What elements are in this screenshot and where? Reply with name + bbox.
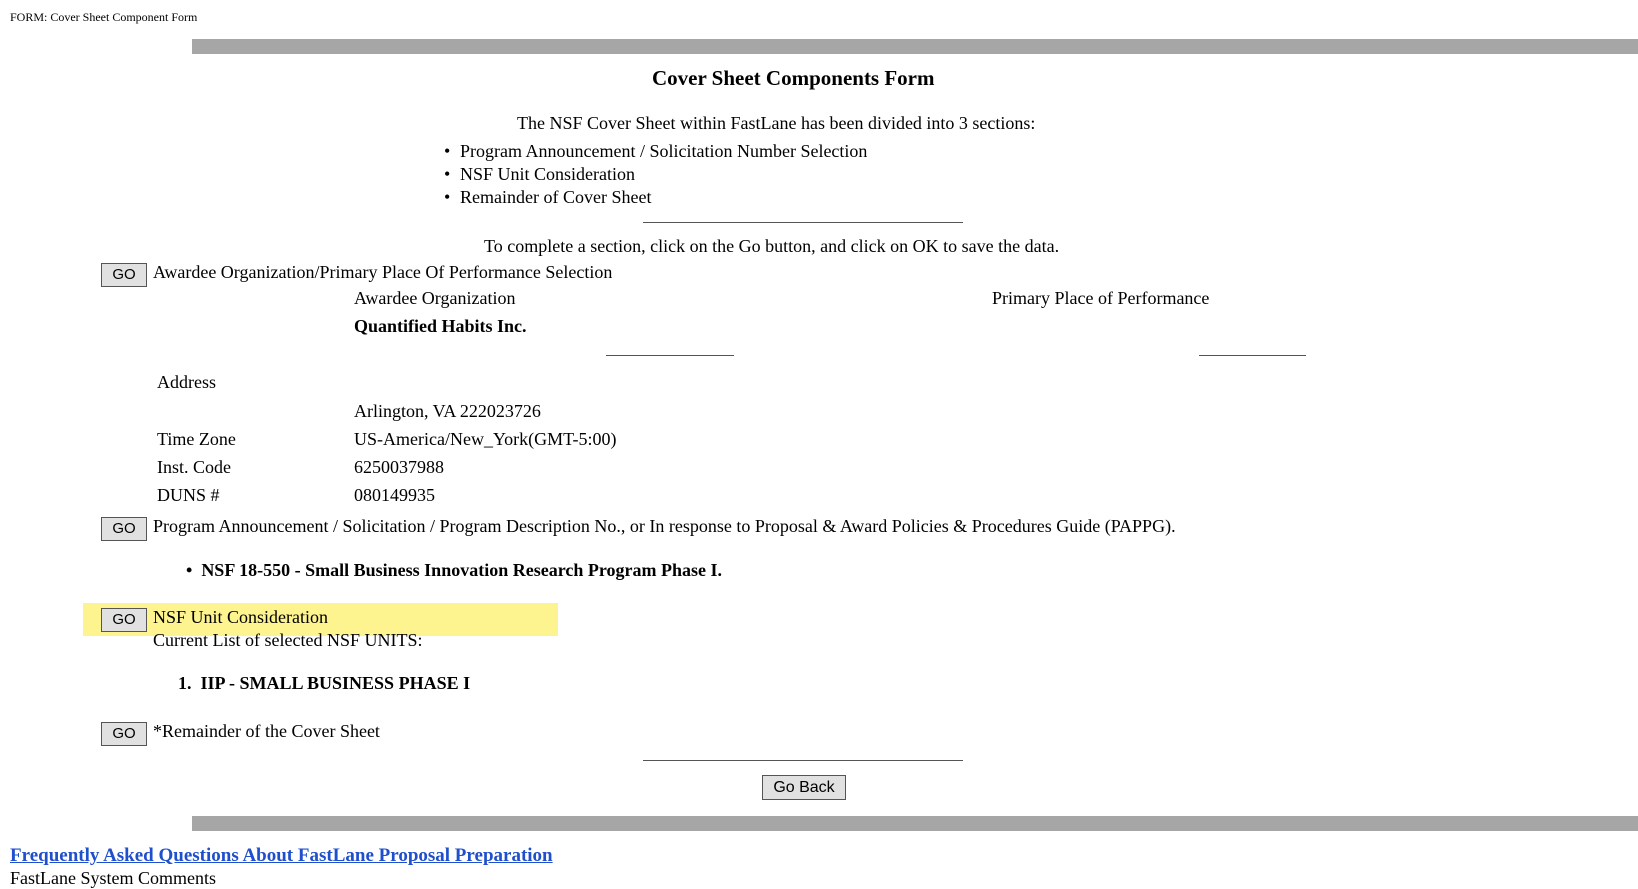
divider-line [643, 222, 963, 223]
duns-label: DUNS # [157, 485, 220, 505]
inst-code-value: 6250037988 [354, 457, 444, 477]
awardee-org-name: Quantified Habits Inc. [354, 316, 527, 336]
page-title: Cover Sheet Components Form [652, 66, 935, 90]
top-divider-bar [192, 39, 1638, 54]
timezone-label: Time Zone [157, 429, 236, 449]
nsf-unit-section-heading: NSF Unit Consideration [153, 607, 329, 627]
nsf-unit-list-label: Current List of selected NSF UNITS: [153, 630, 423, 650]
program-section-heading: Program Announcement / Solicitation / Pr… [153, 516, 1176, 536]
address-label: Address [157, 372, 216, 392]
instructions-text: To complete a section, click on the Go b… [484, 236, 1060, 256]
timezone-value: US-America/New_York(GMT-5:00) [354, 429, 617, 449]
go-button-awardee[interactable]: GO [101, 263, 147, 287]
go-button-remainder[interactable]: GO [101, 722, 147, 746]
divider-line [643, 760, 963, 761]
faq-link[interactable]: Frequently Asked Questions About FastLan… [10, 845, 553, 867]
section-list-item: NSF Unit Consideration [444, 163, 867, 186]
divider-line [606, 355, 734, 356]
bottom-divider-bar [192, 816, 1638, 831]
section-list-item: Program Announcement / Solicitation Numb… [444, 140, 867, 163]
go-button-program[interactable]: GO [101, 517, 147, 541]
intro-text: The NSF Cover Sheet within FastLane has … [517, 113, 1036, 133]
address-value: Arlington, VA 222023726 [354, 401, 541, 421]
bullet-icon: • [186, 560, 193, 580]
go-back-button[interactable]: Go Back [762, 775, 846, 800]
awardee-org-label: Awardee Organization [354, 288, 516, 308]
form-label: FORM: Cover Sheet Component Form [10, 10, 198, 24]
nsf-unit-list-item: 1. IIP - SMALL BUSINESS PHASE I [178, 673, 471, 693]
section-list: Program Announcement / Solicitation Numb… [444, 140, 867, 209]
remainder-section-heading: *Remainder of the Cover Sheet [153, 721, 380, 741]
ppop-label: Primary Place of Performance [992, 288, 1210, 308]
inst-code-label: Inst. Code [157, 457, 231, 477]
go-button-nsf-unit[interactable]: GO [101, 608, 147, 632]
duns-value: 080149935 [354, 485, 435, 505]
divider-line [1199, 355, 1306, 356]
awardee-section-heading: Awardee Organization/Primary Place Of Pe… [153, 262, 613, 282]
program-selected-item: • NSF 18-550 - Small Business Innovation… [186, 560, 723, 580]
section-list-item: Remainder of Cover Sheet [444, 186, 867, 209]
